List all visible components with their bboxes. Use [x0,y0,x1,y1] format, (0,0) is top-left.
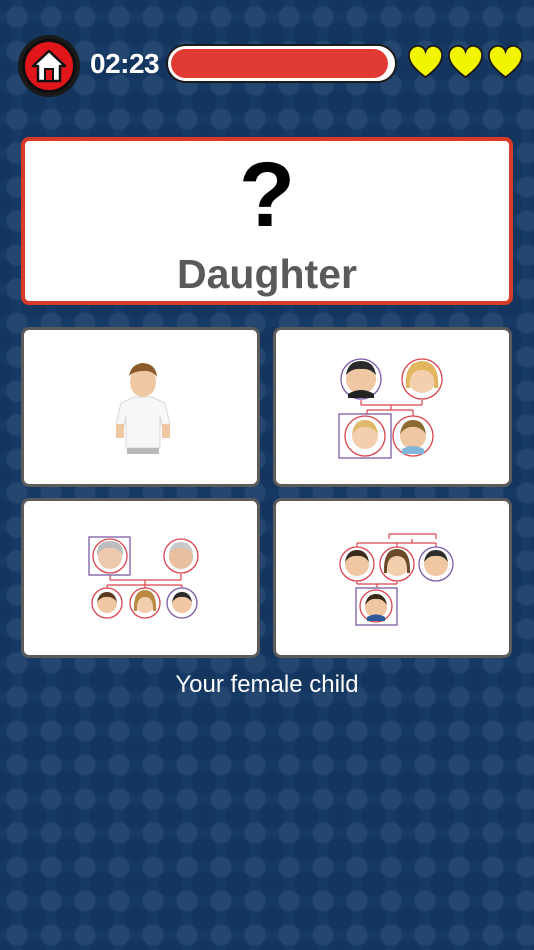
boy-photo [115,363,171,454]
heart-icon [447,44,484,79]
answer-option-3[interactable] [21,498,260,658]
home-icon [31,49,67,83]
lives [407,44,524,81]
family-tree-siblings-one-child [339,533,454,626]
answer-option-4[interactable] [273,498,512,658]
hint-text: Your female child [175,671,359,698]
family-tree-grandparents [88,536,199,619]
family-tree-parents-two-children [338,358,443,459]
time-progress-fill [171,49,388,78]
time-progress-bar [166,44,397,83]
home-button[interactable] [18,35,80,97]
heart-icon [407,44,444,79]
prompt-card: ? Daughter [21,137,513,305]
home-button-face [22,39,76,93]
prompt-word: Daughter [177,251,357,297]
heart-icon [487,44,524,79]
question-mark: ? [238,144,296,246]
timer: 02:23 [90,48,160,79]
answer-option-2[interactable] [273,327,512,487]
top-bar: 02:23 [0,0,534,130]
answer-option-1[interactable] [21,327,260,487]
